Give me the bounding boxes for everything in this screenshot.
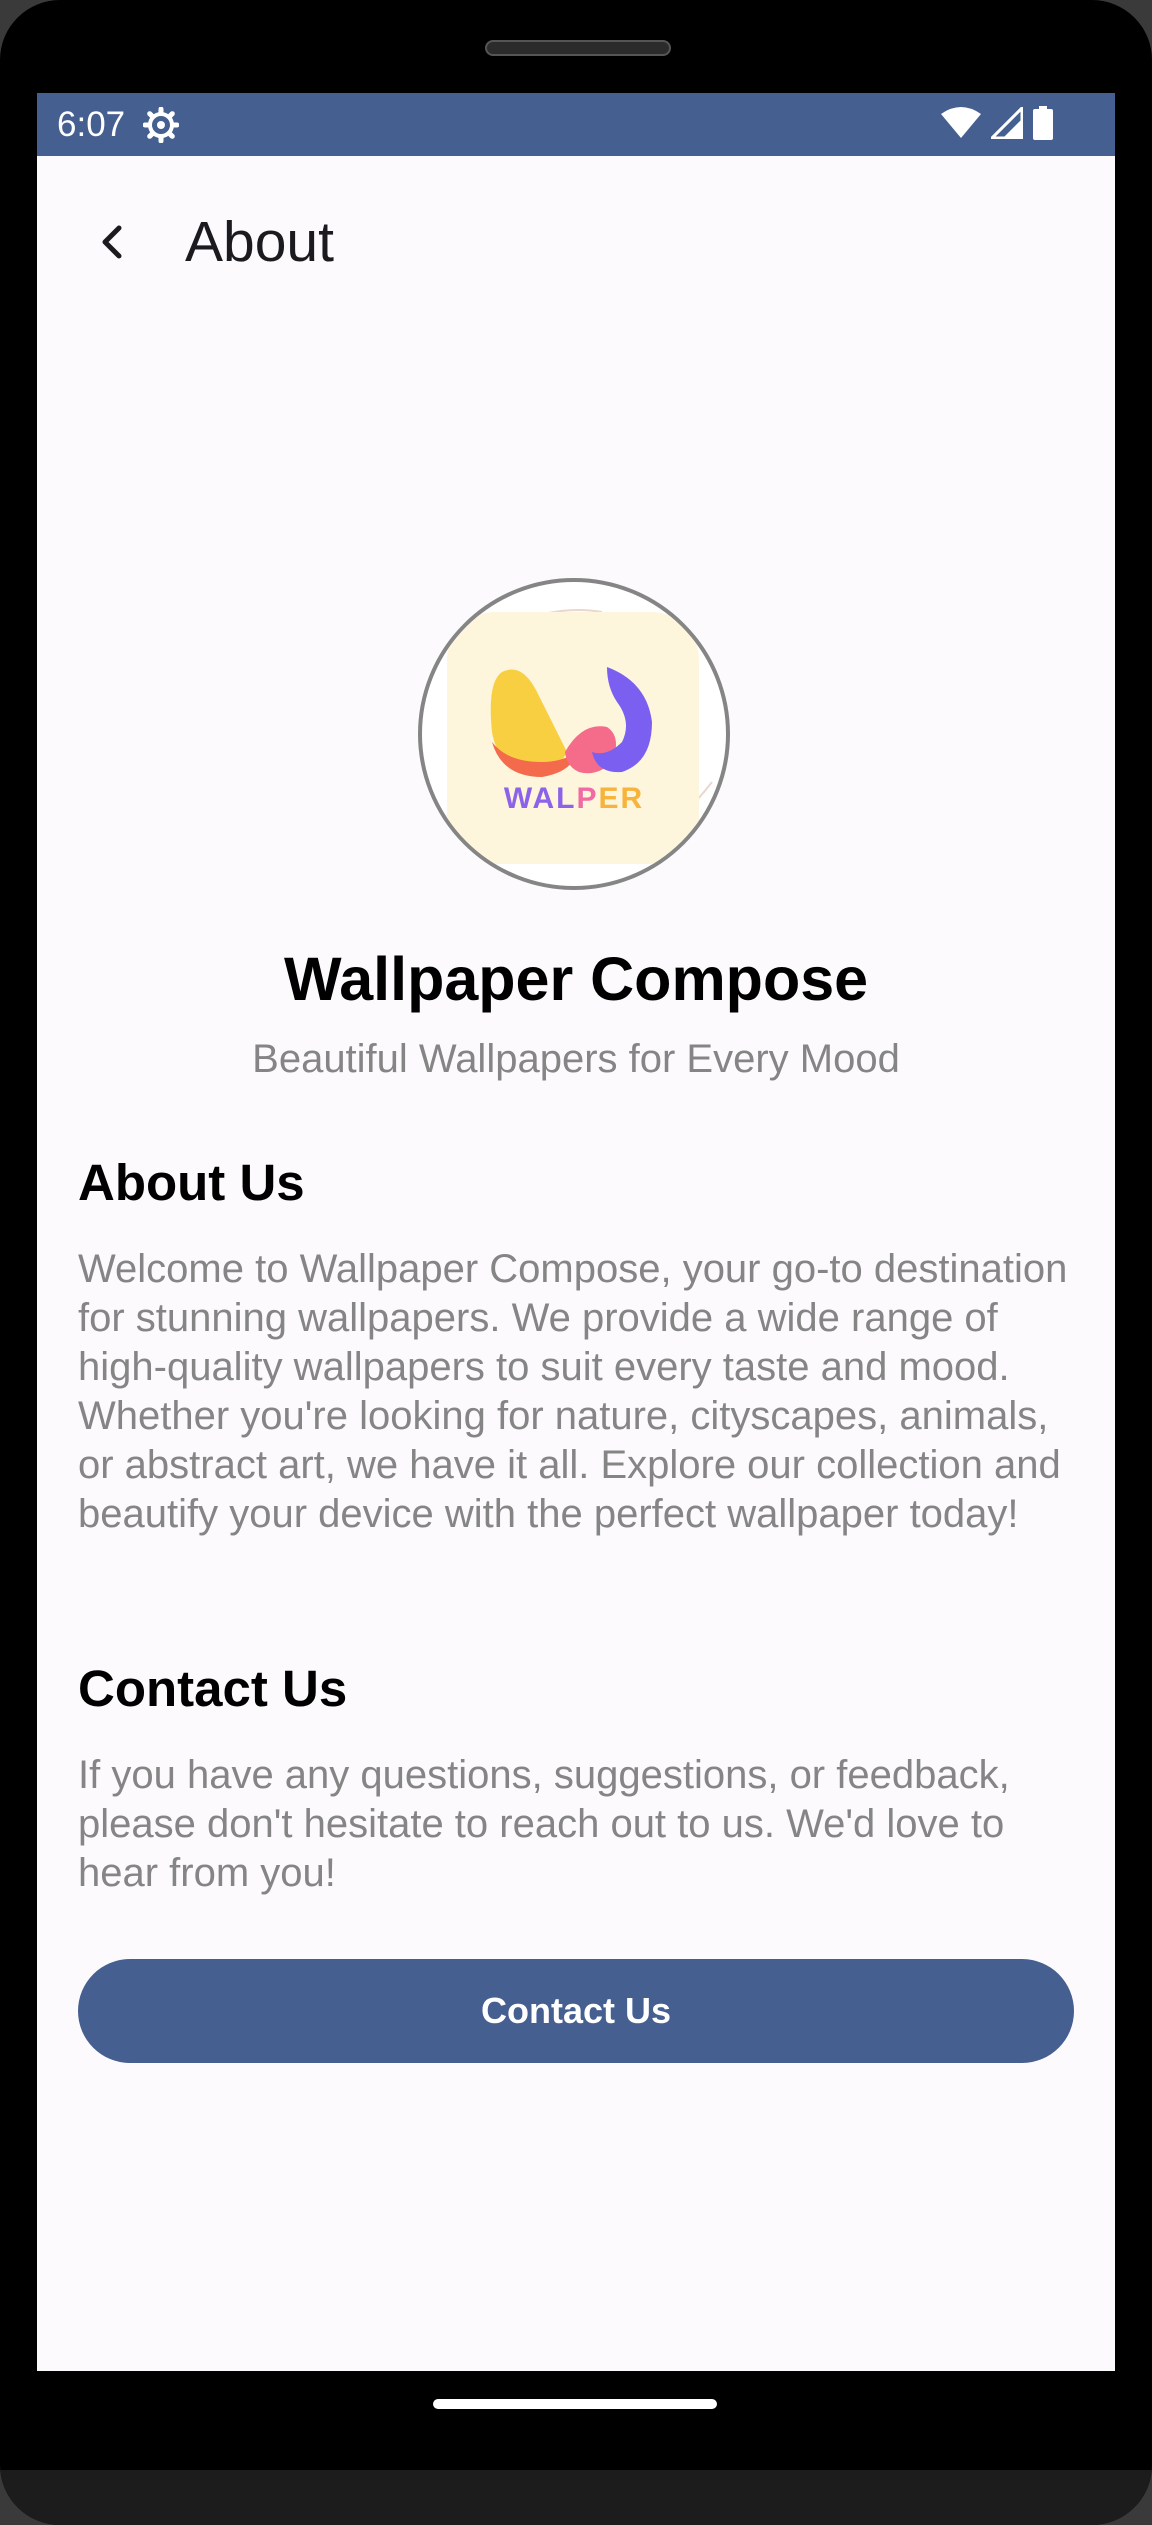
- about-us-heading: About Us: [78, 1154, 305, 1211]
- status-time: 6:07: [57, 105, 126, 144]
- app-tagline: Beautiful Wallpapers for Every Mood: [252, 1037, 900, 1081]
- earpiece-speaker: [485, 40, 671, 56]
- app-logo: WALPER: [418, 578, 730, 890]
- page-title: About: [185, 210, 334, 274]
- status-bar: 6:07: [37, 93, 1115, 156]
- screen: 6:07 About WALPER Wallpaper Compose Beau…: [37, 93, 1115, 2371]
- device-frame: 6:07 About WALPER Wallpaper Compose Beau…: [0, 0, 1152, 2525]
- logo-wordmark: WALPER: [503, 782, 645, 815]
- wifi-icon: [941, 106, 981, 144]
- status-icons: [941, 103, 1053, 145]
- home-indicator[interactable]: [433, 2399, 717, 2409]
- battery-icon: [1033, 105, 1053, 145]
- back-button[interactable]: [81, 212, 145, 276]
- about-us-body: Welcome to Wallpaper Compose, your go-to…: [78, 1247, 1068, 1536]
- app-name: Wallpaper Compose: [283, 945, 869, 1013]
- signal-icon: [988, 103, 1024, 144]
- gear-icon: [142, 106, 180, 144]
- logo-tile: [447, 612, 699, 864]
- device-bottom-edge: [0, 2470, 1152, 2525]
- contact-us-button[interactable]: Contact Us: [78, 1959, 1074, 2063]
- back-arrow-icon: [97, 222, 129, 267]
- contact-us-heading: Contact Us: [78, 1660, 348, 1717]
- top-app-bar: About: [37, 156, 1115, 336]
- contact-us-body: If you have any questions, suggestions, …: [78, 1753, 1010, 1895]
